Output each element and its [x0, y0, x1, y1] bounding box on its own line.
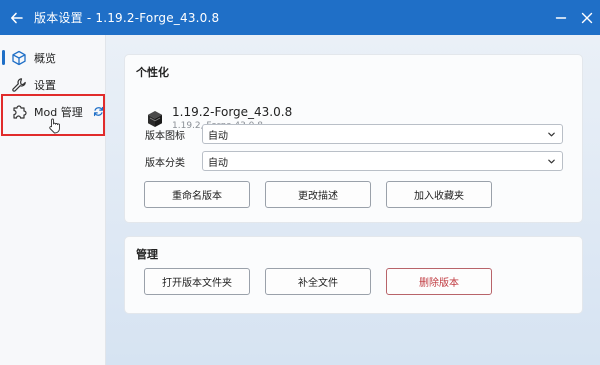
sidebar: 概览 设置 Mod 管理	[0, 35, 106, 365]
version-name: 1.19.2-Forge_43.0.8	[172, 105, 293, 119]
minimize-icon	[555, 16, 567, 19]
back-arrow-icon	[11, 12, 23, 23]
sidebar-item-label: 设置	[34, 78, 56, 92]
main-content: 个性化 1.19.2-Forge_43.0.8 1.19.2, Forge 43…	[106, 35, 600, 365]
cube-icon	[10, 49, 28, 67]
close-icon	[581, 12, 593, 23]
version-block-icon	[148, 111, 162, 127]
version-category-select[interactable]: 自动	[202, 151, 563, 171]
select-value: 自动	[208, 130, 228, 142]
manage-card: 管理 打开版本文件夹 补全文件 删除版本	[124, 236, 583, 314]
version-icon-select[interactable]: 自动	[202, 124, 563, 144]
back-button[interactable]	[0, 0, 34, 35]
open-version-folder-button[interactable]: 打开版本文件夹	[144, 268, 250, 295]
chevron-down-icon	[548, 159, 555, 164]
version-category-label: 版本分类	[145, 158, 185, 169]
window-title: 版本设置 - 1.19.2-Forge_43.0.8	[34, 11, 220, 25]
chevron-down-icon	[548, 132, 555, 137]
add-to-favorites-button[interactable]: 加入收藏夹	[386, 181, 492, 208]
title-bar: 版本设置 - 1.19.2-Forge_43.0.8	[0, 0, 600, 35]
sidebar-item-overview[interactable]: 概览	[0, 44, 105, 71]
complete-files-button[interactable]: 补全文件	[265, 268, 371, 295]
personalize-title: 个性化	[136, 66, 169, 79]
sidebar-item-label: 概览	[34, 51, 56, 65]
select-value: 自动	[208, 157, 228, 169]
edit-description-button[interactable]: 更改描述	[265, 181, 371, 208]
delete-version-button[interactable]: 删除版本	[386, 268, 492, 295]
version-icon-label: 版本图标	[145, 131, 185, 142]
manage-title: 管理	[136, 248, 158, 261]
personalize-card: 个性化 1.19.2-Forge_43.0.8 1.19.2, Forge 43…	[124, 54, 583, 223]
close-button[interactable]	[574, 0, 600, 35]
minimize-button[interactable]	[548, 0, 574, 35]
mouse-cursor-icon	[49, 118, 60, 134]
rename-version-button[interactable]: 重命名版本	[144, 181, 250, 208]
wrench-icon	[10, 76, 28, 94]
